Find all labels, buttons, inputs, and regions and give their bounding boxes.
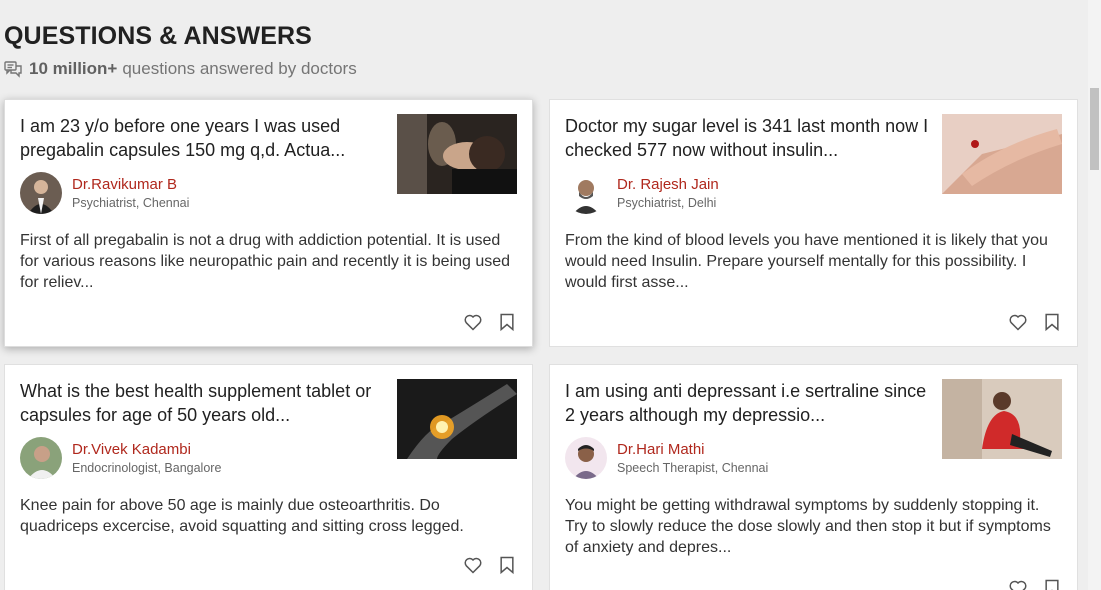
heart-icon[interactable] — [463, 312, 483, 332]
card-actions — [1008, 312, 1062, 332]
qa-card[interactable]: I am using anti depressant i.e sertralin… — [549, 364, 1078, 590]
doctor-specialty: Psychiatrist, Delhi — [617, 195, 717, 210]
doctor-info[interactable]: Dr.Vivek Kadambi Endocrinologist, Bangal… — [20, 437, 221, 479]
doctor-specialty: Speech Therapist, Chennai — [617, 460, 769, 475]
page-title: QUESTIONS & ANSWERS — [4, 22, 312, 50]
card-actions — [1008, 578, 1062, 590]
question-thumbnail — [942, 379, 1062, 459]
doctor-info[interactable]: Dr.Ravikumar B Psychiatrist, Chennai — [20, 172, 189, 214]
avatar — [20, 437, 62, 479]
card-actions — [463, 555, 517, 575]
heart-icon[interactable] — [1008, 312, 1028, 332]
qa-card[interactable]: Doctor my sugar level is 341 last month … — [549, 99, 1078, 347]
answers-count: 10 million+ — [29, 59, 118, 78]
heart-icon[interactable] — [463, 555, 483, 575]
question-text[interactable]: I am using anti depressant i.e sertralin… — [565, 379, 930, 427]
bookmark-icon[interactable] — [497, 555, 517, 575]
answer-text: From the kind of blood levels you have m… — [565, 232, 1048, 291]
scrollbar[interactable] — [1088, 0, 1101, 590]
question-thumbnail — [397, 379, 517, 459]
doctor-name[interactable]: Dr. Rajesh Jain — [617, 175, 719, 194]
qa-card[interactable]: I am 23 y/o before one years I was used … — [4, 99, 533, 347]
doctor-info[interactable]: Dr.Hari Mathi Speech Therapist, Chennai — [565, 437, 768, 479]
doctor-name[interactable]: Dr.Vivek Kadambi — [72, 440, 221, 459]
doctor-specialty: Psychiatrist, Chennai — [72, 195, 190, 210]
answer-text: First of all pregabalin is not a drug wi… — [20, 232, 511, 291]
question-thumbnail — [397, 114, 517, 194]
question-thumbnail — [942, 114, 1062, 194]
page-subtitle: 10 million+ questions answered by doctor… — [4, 59, 357, 79]
doctor-name[interactable]: Dr.Ravikumar B — [72, 175, 189, 194]
qa-card[interactable]: What is the best health supplement table… — [4, 364, 533, 590]
doctor-info[interactable]: Dr. Rajesh Jain Psychiatrist, Delhi — [565, 172, 719, 214]
answer-text: Knee pain for above 50 age is mainly due… — [20, 497, 464, 535]
answer-text: You might be getting withdrawal symptoms… — [565, 497, 1051, 556]
page-header: QUESTIONS & ANSWERS 10 million+ question… — [4, 22, 357, 79]
card-actions — [463, 312, 517, 332]
bookmark-icon[interactable] — [1042, 312, 1062, 332]
heart-icon[interactable] — [1008, 578, 1028, 590]
chat-bubbles-icon — [4, 60, 22, 78]
avatar — [20, 172, 62, 214]
subtitle-text: questions answered by doctors — [122, 59, 357, 78]
doctor-name[interactable]: Dr.Hari Mathi — [617, 440, 768, 459]
bookmark-icon[interactable] — [497, 312, 517, 332]
question-text[interactable]: I am 23 y/o before one years I was used … — [20, 114, 385, 162]
avatar — [565, 437, 607, 479]
doctor-specialty: Endocrinologist, Bangalore — [72, 460, 222, 475]
question-text[interactable]: What is the best health supplement table… — [20, 379, 385, 427]
avatar — [565, 172, 607, 214]
bookmark-icon[interactable] — [1042, 578, 1062, 590]
question-text[interactable]: Doctor my sugar level is 341 last month … — [565, 114, 930, 162]
scrollbar-thumb[interactable] — [1090, 88, 1099, 170]
